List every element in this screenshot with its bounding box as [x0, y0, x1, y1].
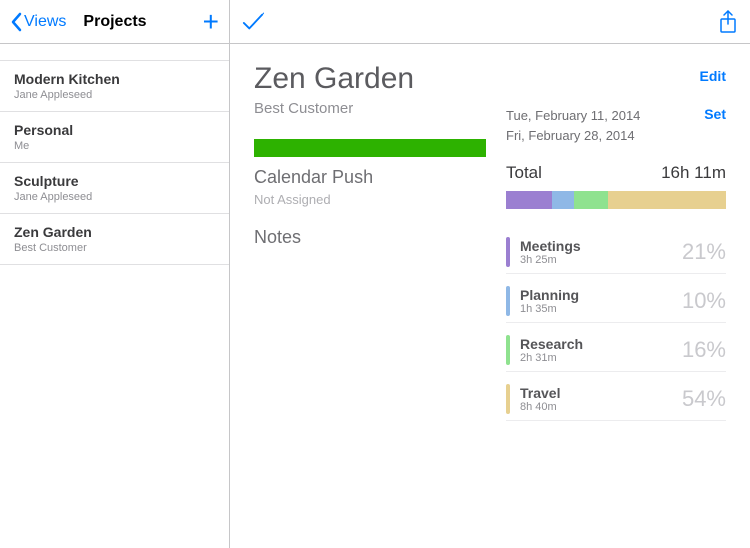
- share-icon: [718, 10, 738, 34]
- set-button[interactable]: Set: [704, 106, 726, 122]
- category-percent: 21%: [682, 239, 726, 265]
- detail-left-column: Zen Garden Best Customer Calendar Push N…: [254, 62, 486, 530]
- category-swatch: [506, 237, 510, 267]
- category-swatch: [506, 384, 510, 414]
- category-name: Meetings: [520, 238, 682, 254]
- total-value: 16h 11m: [661, 163, 726, 183]
- category-name: Planning: [520, 287, 682, 303]
- detail-right-column: Edit Tue, February 11, 2014 Fri, Februar…: [506, 62, 726, 530]
- list-item-subtitle: Jane Appleseed: [14, 89, 215, 101]
- list-item[interactable]: Personal Me: [0, 112, 229, 163]
- progress-bar: [254, 139, 486, 157]
- date-range: Tue, February 11, 2014 Fri, February 28,…: [506, 106, 640, 145]
- list-item-subtitle: Jane Appleseed: [14, 191, 215, 203]
- sidebar: Views Projects + Modern Kitchen Jane App…: [0, 0, 230, 548]
- calendar-status: Not Assigned: [254, 192, 486, 207]
- detail-content: Zen Garden Best Customer Calendar Push N…: [230, 44, 750, 548]
- category-list: Meetings 3h 25m 21% Planning 1h 35m 10%: [506, 233, 726, 421]
- category-percent: 16%: [682, 337, 726, 363]
- date-start: Tue, February 11, 2014: [506, 106, 640, 126]
- project-list: Modern Kitchen Jane Appleseed Personal M…: [0, 44, 229, 548]
- category-name: Travel: [520, 385, 682, 401]
- category-row[interactable]: Planning 1h 35m 10%: [506, 282, 726, 323]
- list-item[interactable]: Modern Kitchen Jane Appleseed: [0, 60, 229, 112]
- project-client: Best Customer: [254, 100, 486, 117]
- add-button[interactable]: +: [203, 8, 219, 36]
- checkmark-icon: [242, 11, 264, 33]
- list-item-subtitle: Best Customer: [14, 242, 215, 254]
- category-time: 8h 40m: [520, 401, 682, 413]
- stacked-seg-research: [574, 191, 609, 209]
- stacked-bar: [506, 191, 726, 209]
- list-item-title: Zen Garden: [14, 224, 215, 240]
- stacked-seg-travel: [608, 191, 726, 209]
- category-percent: 54%: [682, 386, 726, 412]
- category-swatch: [506, 286, 510, 316]
- category-time: 1h 35m: [520, 303, 682, 315]
- sidebar-nav: Views Projects +: [0, 0, 229, 44]
- back-button[interactable]: Views: [10, 12, 66, 32]
- main-toolbar: [230, 0, 750, 44]
- share-button[interactable]: [718, 10, 738, 34]
- date-end: Fri, February 28, 2014: [506, 126, 640, 146]
- checkmark-button[interactable]: [242, 11, 264, 33]
- category-time: 3h 25m: [520, 254, 682, 266]
- edit-button[interactable]: Edit: [700, 62, 726, 84]
- calendar-heading: Calendar Push: [254, 167, 486, 188]
- category-row[interactable]: Meetings 3h 25m 21%: [506, 233, 726, 274]
- list-item[interactable]: Sculpture Jane Appleseed: [0, 163, 229, 214]
- chevron-left-icon: [10, 12, 22, 32]
- notes-heading: Notes: [254, 227, 486, 248]
- project-title: Zen Garden: [254, 62, 486, 96]
- list-item-title: Modern Kitchen: [14, 71, 215, 87]
- list-item-title: Personal: [14, 122, 215, 138]
- total-label: Total: [506, 163, 542, 183]
- category-swatch: [506, 335, 510, 365]
- list-item[interactable]: Zen Garden Best Customer: [0, 214, 229, 265]
- category-row[interactable]: Travel 8h 40m 54%: [506, 380, 726, 421]
- category-row[interactable]: Research 2h 31m 16%: [506, 331, 726, 372]
- list-item-title: Sculpture: [14, 173, 215, 189]
- category-name: Research: [520, 336, 682, 352]
- list-item-subtitle: Me: [14, 140, 215, 152]
- stacked-seg-planning: [552, 191, 574, 209]
- back-label: Views: [24, 13, 66, 31]
- main-panel: Zen Garden Best Customer Calendar Push N…: [230, 0, 750, 548]
- stacked-seg-meetings: [506, 191, 552, 209]
- category-time: 2h 31m: [520, 352, 682, 364]
- category-percent: 10%: [682, 288, 726, 314]
